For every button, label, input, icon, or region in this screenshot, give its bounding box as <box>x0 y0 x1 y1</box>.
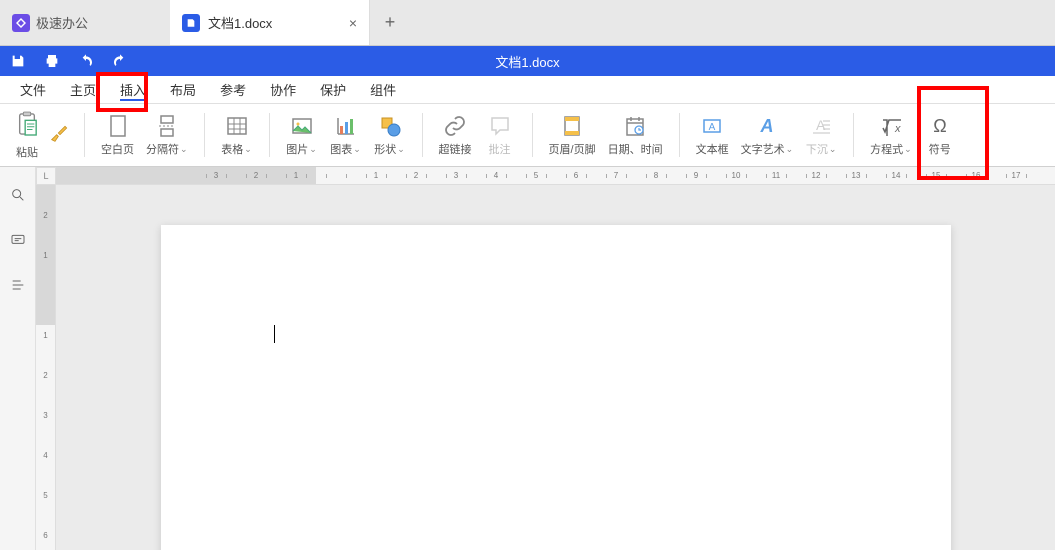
document-page[interactable] <box>161 225 951 550</box>
menu-file[interactable]: 文件 <box>8 76 58 103</box>
menu-references[interactable]: 参考 <box>208 76 258 103</box>
ruler-corner: L <box>36 167 56 185</box>
textbox-icon: A <box>700 113 724 139</box>
format-painter-icon[interactable] <box>46 119 74 152</box>
comments-panel-icon[interactable] <box>10 232 26 253</box>
equation-button[interactable]: x 方程式⌄ <box>864 109 918 161</box>
dropcap-button[interactable]: A 下沉⌄ <box>799 109 843 161</box>
picture-icon <box>290 113 314 139</box>
page-break-button[interactable]: 分隔符⌄ <box>140 109 194 161</box>
comment-icon <box>488 113 512 139</box>
save-icon[interactable] <box>10 53 26 69</box>
blank-page-button[interactable]: 空白页 <box>95 109 140 161</box>
symbol-icon: Ω <box>928 113 952 139</box>
titlebar: 极速办公 文档1.docx × + <box>0 0 1055 46</box>
header-footer-icon <box>560 113 584 139</box>
symbol-button[interactable]: Ω 符号 <box>918 109 962 161</box>
hyperlink-button[interactable]: 超链接 <box>433 109 478 161</box>
menu-collab[interactable]: 协作 <box>258 76 308 103</box>
shapes-icon <box>378 113 402 139</box>
equation-icon: x <box>879 113 903 139</box>
header-footer-button[interactable]: 页眉/页脚 <box>543 109 602 161</box>
doc-icon <box>182 14 200 32</box>
search-icon[interactable] <box>10 187 26 208</box>
menu-addins[interactable]: 组件 <box>358 76 408 103</box>
app-icon <box>12 14 30 32</box>
vertical-ruler[interactable]: 2112345678 <box>36 185 56 550</box>
horizontal-ruler[interactable]: 3211234567891011121314151617 <box>56 167 1055 185</box>
table-icon <box>225 113 249 139</box>
left-sidebar <box>0 167 36 550</box>
svg-text:A: A <box>709 122 716 133</box>
date-time-button[interactable]: 日期、时间 <box>602 109 669 161</box>
clipboard-icon <box>16 111 38 142</box>
new-tab-button[interactable]: + <box>370 0 410 45</box>
undo-icon[interactable] <box>78 53 94 69</box>
quick-access-bar: 文档1.docx <box>0 46 1055 76</box>
tab-name: 文档1.docx <box>208 13 341 32</box>
clipboard-group: 粘贴 <box>6 104 80 166</box>
menu-bar: 文件 主页 插入 布局 参考 协作 保护 组件 <box>0 76 1055 104</box>
calendar-icon <box>623 113 647 139</box>
menu-home[interactable]: 主页 <box>58 76 108 103</box>
app-name: 极速办公 <box>36 13 88 32</box>
page-break-icon <box>155 113 179 139</box>
menu-protect[interactable]: 保护 <box>308 76 358 103</box>
wordart-icon: A <box>755 113 779 139</box>
document-area: L 3211234567891011121314151617 211234567… <box>0 167 1055 550</box>
table-button[interactable]: 表格⌄ <box>215 109 259 161</box>
close-icon[interactable]: × <box>349 15 357 31</box>
dropcap-icon: A <box>809 113 833 139</box>
print-icon[interactable] <box>44 53 60 69</box>
document-title: 文档1.docx <box>495 52 559 71</box>
outline-icon[interactable] <box>10 277 26 298</box>
svg-text:Ω: Ω <box>933 116 946 136</box>
shapes-button[interactable]: 形状⌄ <box>368 109 412 161</box>
ribbon: 粘贴 空白页 分隔符⌄ 表格⌄ <box>0 104 1055 167</box>
paste-button[interactable]: 粘贴 <box>12 107 42 164</box>
wordart-button[interactable]: A 文字艺术⌄ <box>735 109 800 161</box>
textbox-button[interactable]: A 文本框 <box>690 109 735 161</box>
redo-icon[interactable] <box>112 53 128 69</box>
document-tab[interactable]: 文档1.docx × <box>170 0 370 45</box>
menu-insert[interactable]: 插入 <box>108 76 158 103</box>
page-viewport[interactable] <box>56 185 1055 550</box>
chart-icon <box>334 113 358 139</box>
menu-layout[interactable]: 布局 <box>158 76 208 103</box>
document-main: L 3211234567891011121314151617 211234567… <box>36 167 1055 550</box>
chart-button[interactable]: 图表⌄ <box>324 109 368 161</box>
svg-text:A: A <box>759 116 773 136</box>
app-title-area: 极速办公 <box>0 0 170 45</box>
link-icon <box>443 113 467 139</box>
text-cursor <box>274 325 276 343</box>
svg-text:x: x <box>894 123 901 135</box>
blank-page-icon <box>106 113 130 139</box>
picture-button[interactable]: 图片⌄ <box>280 109 324 161</box>
comment-button[interactable]: 批注 <box>478 109 522 161</box>
